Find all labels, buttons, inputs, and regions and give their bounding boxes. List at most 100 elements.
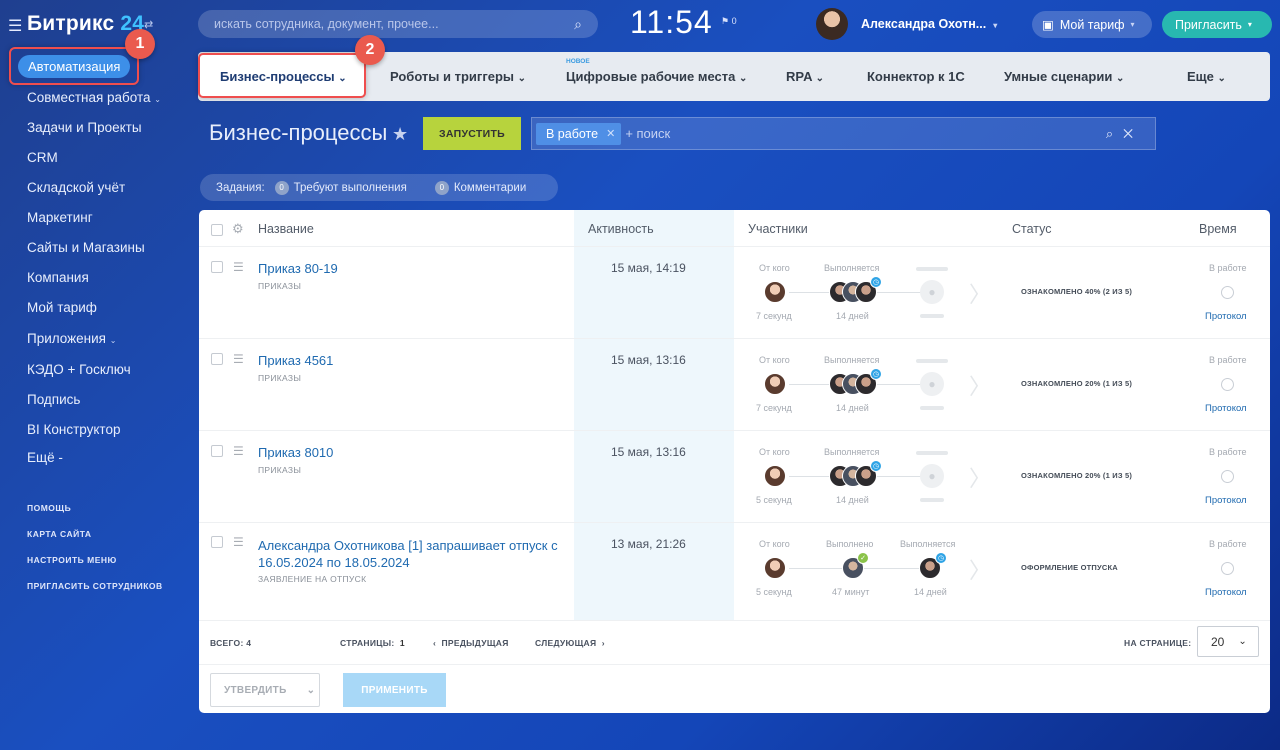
sidebar-item-tasks[interactable]: Задачи и Проекты [27, 120, 142, 135]
invite-button[interactable]: Пригласить ▾ [1162, 11, 1272, 38]
tariff-button[interactable]: ▣ Мой тариф ▾ [1032, 11, 1152, 38]
row-subtitle: ЗАЯВЛЕНИЕ НА ОТПУСК [258, 574, 367, 584]
select-all-checkbox[interactable] [211, 224, 223, 236]
protocol-link[interactable]: Протокол [1205, 403, 1247, 414]
sidebar-link-sitemap[interactable]: КАРТА САЙТА [27, 529, 92, 539]
tab-business-processes[interactable]: Бизнес-процессы ⌄ [220, 69, 347, 84]
flag-icon: ⚑ [721, 16, 730, 26]
row-date: 13 мая, 21:26 [611, 537, 686, 551]
tab-connector-1c[interactable]: Коннектор к 1С [867, 69, 965, 84]
star-icon[interactable]: ★ [392, 124, 408, 145]
filter-chip[interactable]: В работе ✕ [536, 122, 622, 145]
drag-handle-icon[interactable]: ☰ [233, 444, 244, 458]
clock: 11:54 [630, 4, 713, 40]
row-checkbox[interactable] [211, 536, 223, 548]
sidebar-item-crm[interactable]: CRM [27, 150, 58, 165]
apply-button[interactable]: ПРИМЕНИТЬ [343, 673, 446, 707]
chevron-down-icon: ⌄ [1238, 636, 1247, 647]
total-count: ВСЕГО: 4 [210, 638, 252, 648]
highlight-frame-1 [9, 47, 139, 85]
user-placeholder-icon: ● [920, 372, 944, 396]
sidebar-link-invite[interactable]: ПРИГЛАСИТЬ СОТРУДНИКОВ [27, 581, 163, 591]
sidebar-link-configure[interactable]: НАСТРОИТЬ МЕНЮ [27, 555, 117, 565]
sidebar-item-kedo[interactable]: КЭДО + Госключ [27, 362, 131, 377]
run-button[interactable]: ЗАПУСТИТЬ [423, 117, 521, 150]
per-page-select[interactable]: 20 ⌄ [1197, 626, 1259, 657]
status-text: ОФОРМЛЕНИЕ ОТПУСКА [1021, 563, 1118, 572]
user-placeholder-icon: ● [920, 464, 944, 488]
tasks-comments[interactable]: Комментарии [454, 182, 526, 194]
avatar[interactable] [764, 281, 786, 303]
sidebar-item-company[interactable]: Компания [27, 270, 89, 285]
prev-page-link[interactable]: ‹ ПРЕДЫДУЩАЯ [433, 638, 509, 648]
sidebar-item-apps[interactable]: Приложения ⌄ [27, 331, 116, 346]
approve-select[interactable]: УТВЕРДИТЬ ⌄ [210, 673, 320, 707]
pages-label: СТРАНИЦЫ: 1 [340, 638, 405, 648]
tasks-bar: Задания: 0 Требуют выполнения 0 Комментари… [200, 174, 558, 201]
status-text: ОЗНАКОМЛЕНО 20% (1 ИЗ 5) [1021, 471, 1133, 480]
drag-handle-icon[interactable]: ☰ [233, 535, 244, 549]
sidebar-item-sites[interactable]: Сайты и Магазины [27, 240, 145, 255]
row-checkbox[interactable] [211, 261, 223, 273]
column-name[interactable]: Название [258, 222, 314, 236]
protocol-link[interactable]: Протокол [1205, 311, 1247, 322]
chevron-right-icon: 〉 [969, 558, 992, 583]
user-menu[interactable]: Александра Охотн... ▾ [861, 17, 997, 31]
sidebar-item-sign[interactable]: Подпись [27, 392, 80, 407]
clock-icon [1221, 378, 1234, 391]
chevron-down-icon: ⌄ [306, 684, 316, 696]
tab-robots[interactable]: Роботы и триггеры ⌄ [390, 69, 526, 84]
sidebar-item-marketing[interactable]: Маркетинг [27, 210, 93, 225]
sidebar-link-help[interactable]: ПОМОЩЬ [27, 503, 71, 513]
flag-counter[interactable]: ⚑ 0 [721, 16, 737, 27]
step-badge-2: 2 [355, 35, 385, 65]
row-checkbox[interactable] [211, 353, 223, 365]
sidebar-item-warehouse[interactable]: Складской учёт [27, 180, 125, 195]
logo[interactable]: Битрикс 24 [27, 12, 144, 36]
gear-icon[interactable]: ⚙ [232, 221, 244, 237]
clock-icon: ◷ [870, 460, 882, 472]
row-title-link[interactable]: Приказ 80-19 [258, 261, 338, 277]
column-status: Статус [1012, 222, 1052, 236]
protocol-link[interactable]: Протокол [1205, 587, 1247, 598]
filter-search[interactable]: В работе ✕ + поиск ⌕✕ [531, 117, 1156, 150]
drag-handle-icon[interactable]: ☰ [233, 260, 244, 274]
row-subtitle: ПРИКАЗЫ [258, 281, 302, 291]
tasks-pending[interactable]: Требуют выполнения [294, 182, 407, 194]
menu-icon[interactable]: ☰ [8, 16, 22, 36]
chevron-down-icon: ▾ [1247, 20, 1252, 29]
row-title-link[interactable]: Александра Охотникова [1] запрашивает от… [258, 537, 563, 571]
next-page-link[interactable]: СЛЕДУЮЩАЯ › [535, 638, 605, 648]
avatar[interactable] [816, 8, 848, 40]
row-title-link[interactable]: Приказ 8010 [258, 445, 333, 461]
tab-smart-scenarios[interactable]: Умные сценарии ⌄ [1004, 69, 1124, 84]
chevron-right-icon: 〉 [969, 282, 992, 307]
row-date: 15 мая, 14:19 [611, 261, 686, 275]
row-checkbox[interactable] [211, 445, 223, 457]
drag-handle-icon[interactable]: ☰ [233, 352, 244, 366]
sidebar-item-tariff[interactable]: Мой тариф [27, 300, 97, 315]
sidebar-item-collab[interactable]: Совместная работа ⌄ [27, 90, 161, 105]
protocol-link[interactable]: Протокол [1205, 495, 1247, 506]
column-participants: Участники [748, 222, 808, 236]
clock-icon: ◷ [870, 276, 882, 288]
search-input[interactable]: искать сотрудника, документ, прочее... ⌕ [198, 10, 598, 38]
page-title: Бизнес-процессы [209, 120, 388, 145]
tab-workplaces[interactable]: Цифровые рабочие места ⌄ [566, 69, 747, 84]
sidebar-item-bi[interactable]: BI Конструктор [27, 422, 120, 437]
avatar[interactable] [764, 557, 786, 579]
avatar[interactable] [764, 373, 786, 395]
user-placeholder-icon: ● [920, 280, 944, 304]
filter-placeholder: + поиск [625, 126, 671, 141]
row-title-link[interactable]: Приказ 4561 [258, 353, 333, 369]
sidebar-item-more[interactable]: Ещё - [27, 450, 63, 465]
search-placeholder: искать сотрудника, документ, прочее... [214, 17, 439, 31]
search-clear-icons[interactable]: ⌕✕ [1106, 126, 1143, 142]
chevron-down-icon: ▾ [1130, 20, 1135, 29]
tab-more[interactable]: Еще ⌄ [1187, 69, 1226, 84]
close-icon[interactable]: ✕ [606, 127, 615, 140]
tab-rpa[interactable]: RPA ⌄ [786, 69, 824, 84]
avatar[interactable] [764, 465, 786, 487]
column-activity[interactable]: Активность [588, 222, 654, 236]
status-text: ОЗНАКОМЛЕНО 20% (1 ИЗ 5) [1021, 379, 1133, 388]
